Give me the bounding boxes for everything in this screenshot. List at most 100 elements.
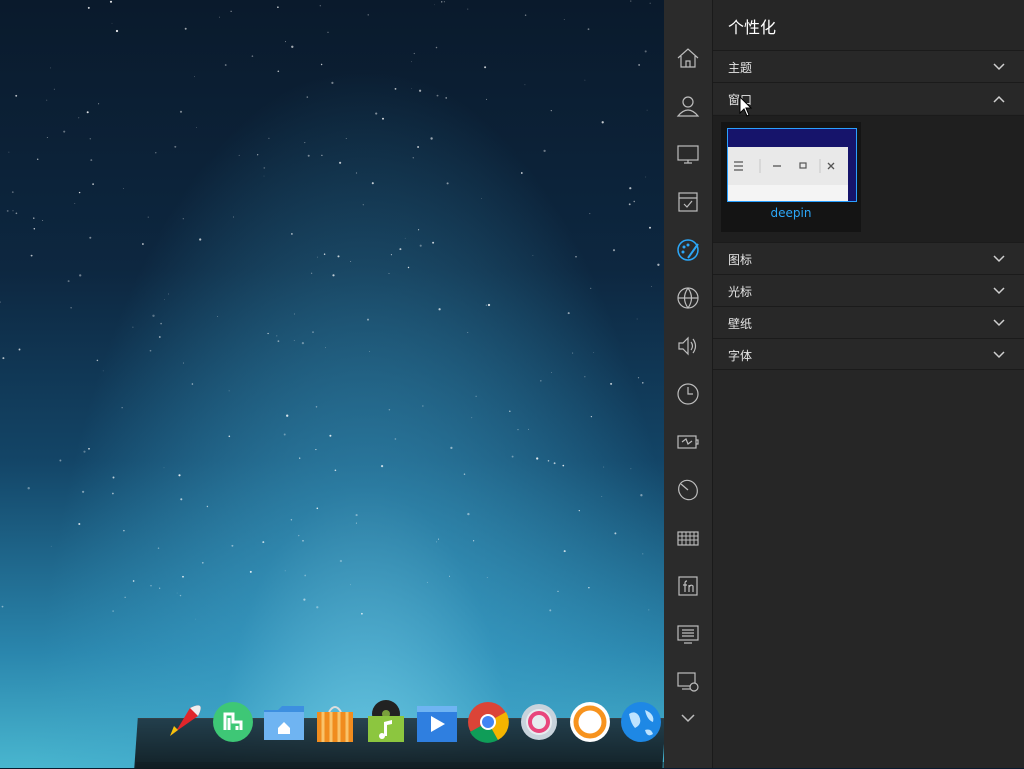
shopping-bag-icon[interactable] — [313, 700, 357, 744]
star — [361, 612, 363, 615]
launcher-icon[interactable] — [160, 700, 204, 744]
star — [317, 256, 318, 258]
update-icon[interactable] — [664, 616, 712, 652]
star — [179, 110, 183, 113]
star — [649, 2, 651, 4]
star — [450, 446, 453, 450]
star — [563, 18, 565, 20]
star — [589, 213, 591, 215]
star — [36, 158, 39, 160]
star — [547, 460, 550, 462]
star — [509, 410, 511, 412]
star — [251, 55, 254, 57]
page-title: 个性化 — [728, 18, 777, 37]
section-label: 字体 — [728, 349, 753, 363]
star — [132, 580, 135, 582]
time-icon[interactable] — [664, 376, 712, 412]
display-icon[interactable] — [664, 136, 712, 172]
star — [15, 212, 18, 215]
star — [375, 112, 378, 115]
star — [411, 61, 412, 63]
music-icon[interactable] — [364, 700, 408, 744]
chrome-icon[interactable] — [466, 700, 510, 744]
star — [648, 609, 650, 611]
power-icon[interactable] — [664, 424, 712, 460]
star — [33, 217, 35, 219]
star — [550, 109, 552, 112]
star — [283, 433, 286, 436]
system-info-icon[interactable] — [664, 664, 712, 700]
star — [651, 286, 652, 287]
star — [369, 351, 370, 353]
star — [315, 406, 318, 408]
default-apps-icon[interactable] — [664, 184, 712, 220]
store-icon[interactable] — [211, 700, 255, 744]
sound-icon[interactable] — [664, 328, 712, 364]
mouse-cursor — [739, 96, 753, 117]
star — [355, 514, 358, 517]
personalization-icon[interactable] — [664, 232, 712, 268]
star — [159, 587, 161, 589]
star — [141, 243, 144, 245]
star — [0, 301, 1, 303]
star — [440, 1, 443, 3]
folder-home-icon[interactable] — [262, 700, 306, 744]
star — [74, 203, 76, 204]
section-icon[interactable]: 图标 — [713, 242, 1024, 274]
star — [323, 253, 326, 255]
star — [50, 545, 52, 547]
mouse-icon[interactable] — [664, 472, 712, 508]
star — [590, 287, 592, 290]
star — [630, 0, 632, 2]
star — [147, 216, 149, 218]
section-wallpaper[interactable]: 壁纸 — [713, 306, 1024, 338]
star — [78, 117, 80, 119]
chevron-down-icon — [993, 351, 1005, 359]
section-font[interactable]: 字体 — [713, 338, 1024, 370]
star — [321, 154, 323, 157]
star — [485, 304, 487, 306]
star — [78, 191, 81, 194]
network-icon[interactable] — [664, 280, 712, 316]
star — [345, 138, 347, 139]
star — [637, 377, 640, 379]
star — [123, 188, 125, 189]
star — [183, 362, 184, 364]
star — [371, 182, 374, 185]
star — [362, 204, 364, 206]
star — [102, 370, 104, 372]
fn-icon[interactable] — [664, 568, 712, 604]
globe-icon[interactable] — [619, 700, 663, 744]
chevron-up-icon — [993, 95, 1005, 103]
star — [149, 349, 152, 352]
video-icon[interactable] — [415, 700, 459, 744]
section-window[interactable]: 窗口 — [713, 82, 1024, 114]
star — [18, 348, 21, 351]
star — [413, 52, 415, 55]
star — [291, 45, 294, 48]
orange-ring-icon[interactable] — [568, 700, 612, 744]
gear-icon[interactable] — [517, 700, 561, 744]
home-icon[interactable] — [664, 40, 712, 76]
star — [562, 464, 565, 467]
account-icon[interactable] — [664, 88, 712, 124]
section-label: 壁纸 — [728, 317, 753, 331]
section-cursor[interactable]: 光标 — [713, 274, 1024, 306]
star — [179, 594, 182, 597]
star — [467, 332, 469, 333]
star — [228, 390, 230, 392]
star — [92, 183, 94, 185]
section-theme[interactable]: 主题 — [713, 50, 1024, 82]
star — [46, 137, 48, 138]
keyboard-icon[interactable] — [664, 520, 712, 556]
window-theme-card[interactable]: deepin — [721, 122, 861, 232]
personalization-panel: 个性化 主题 窗口 — [713, 0, 1024, 768]
star — [319, 5, 321, 7]
star — [517, 429, 519, 431]
star — [12, 210, 14, 212]
star — [206, 505, 209, 508]
more-icon[interactable] — [664, 700, 712, 736]
star — [355, 172, 358, 174]
star — [286, 414, 289, 417]
star — [228, 435, 231, 438]
